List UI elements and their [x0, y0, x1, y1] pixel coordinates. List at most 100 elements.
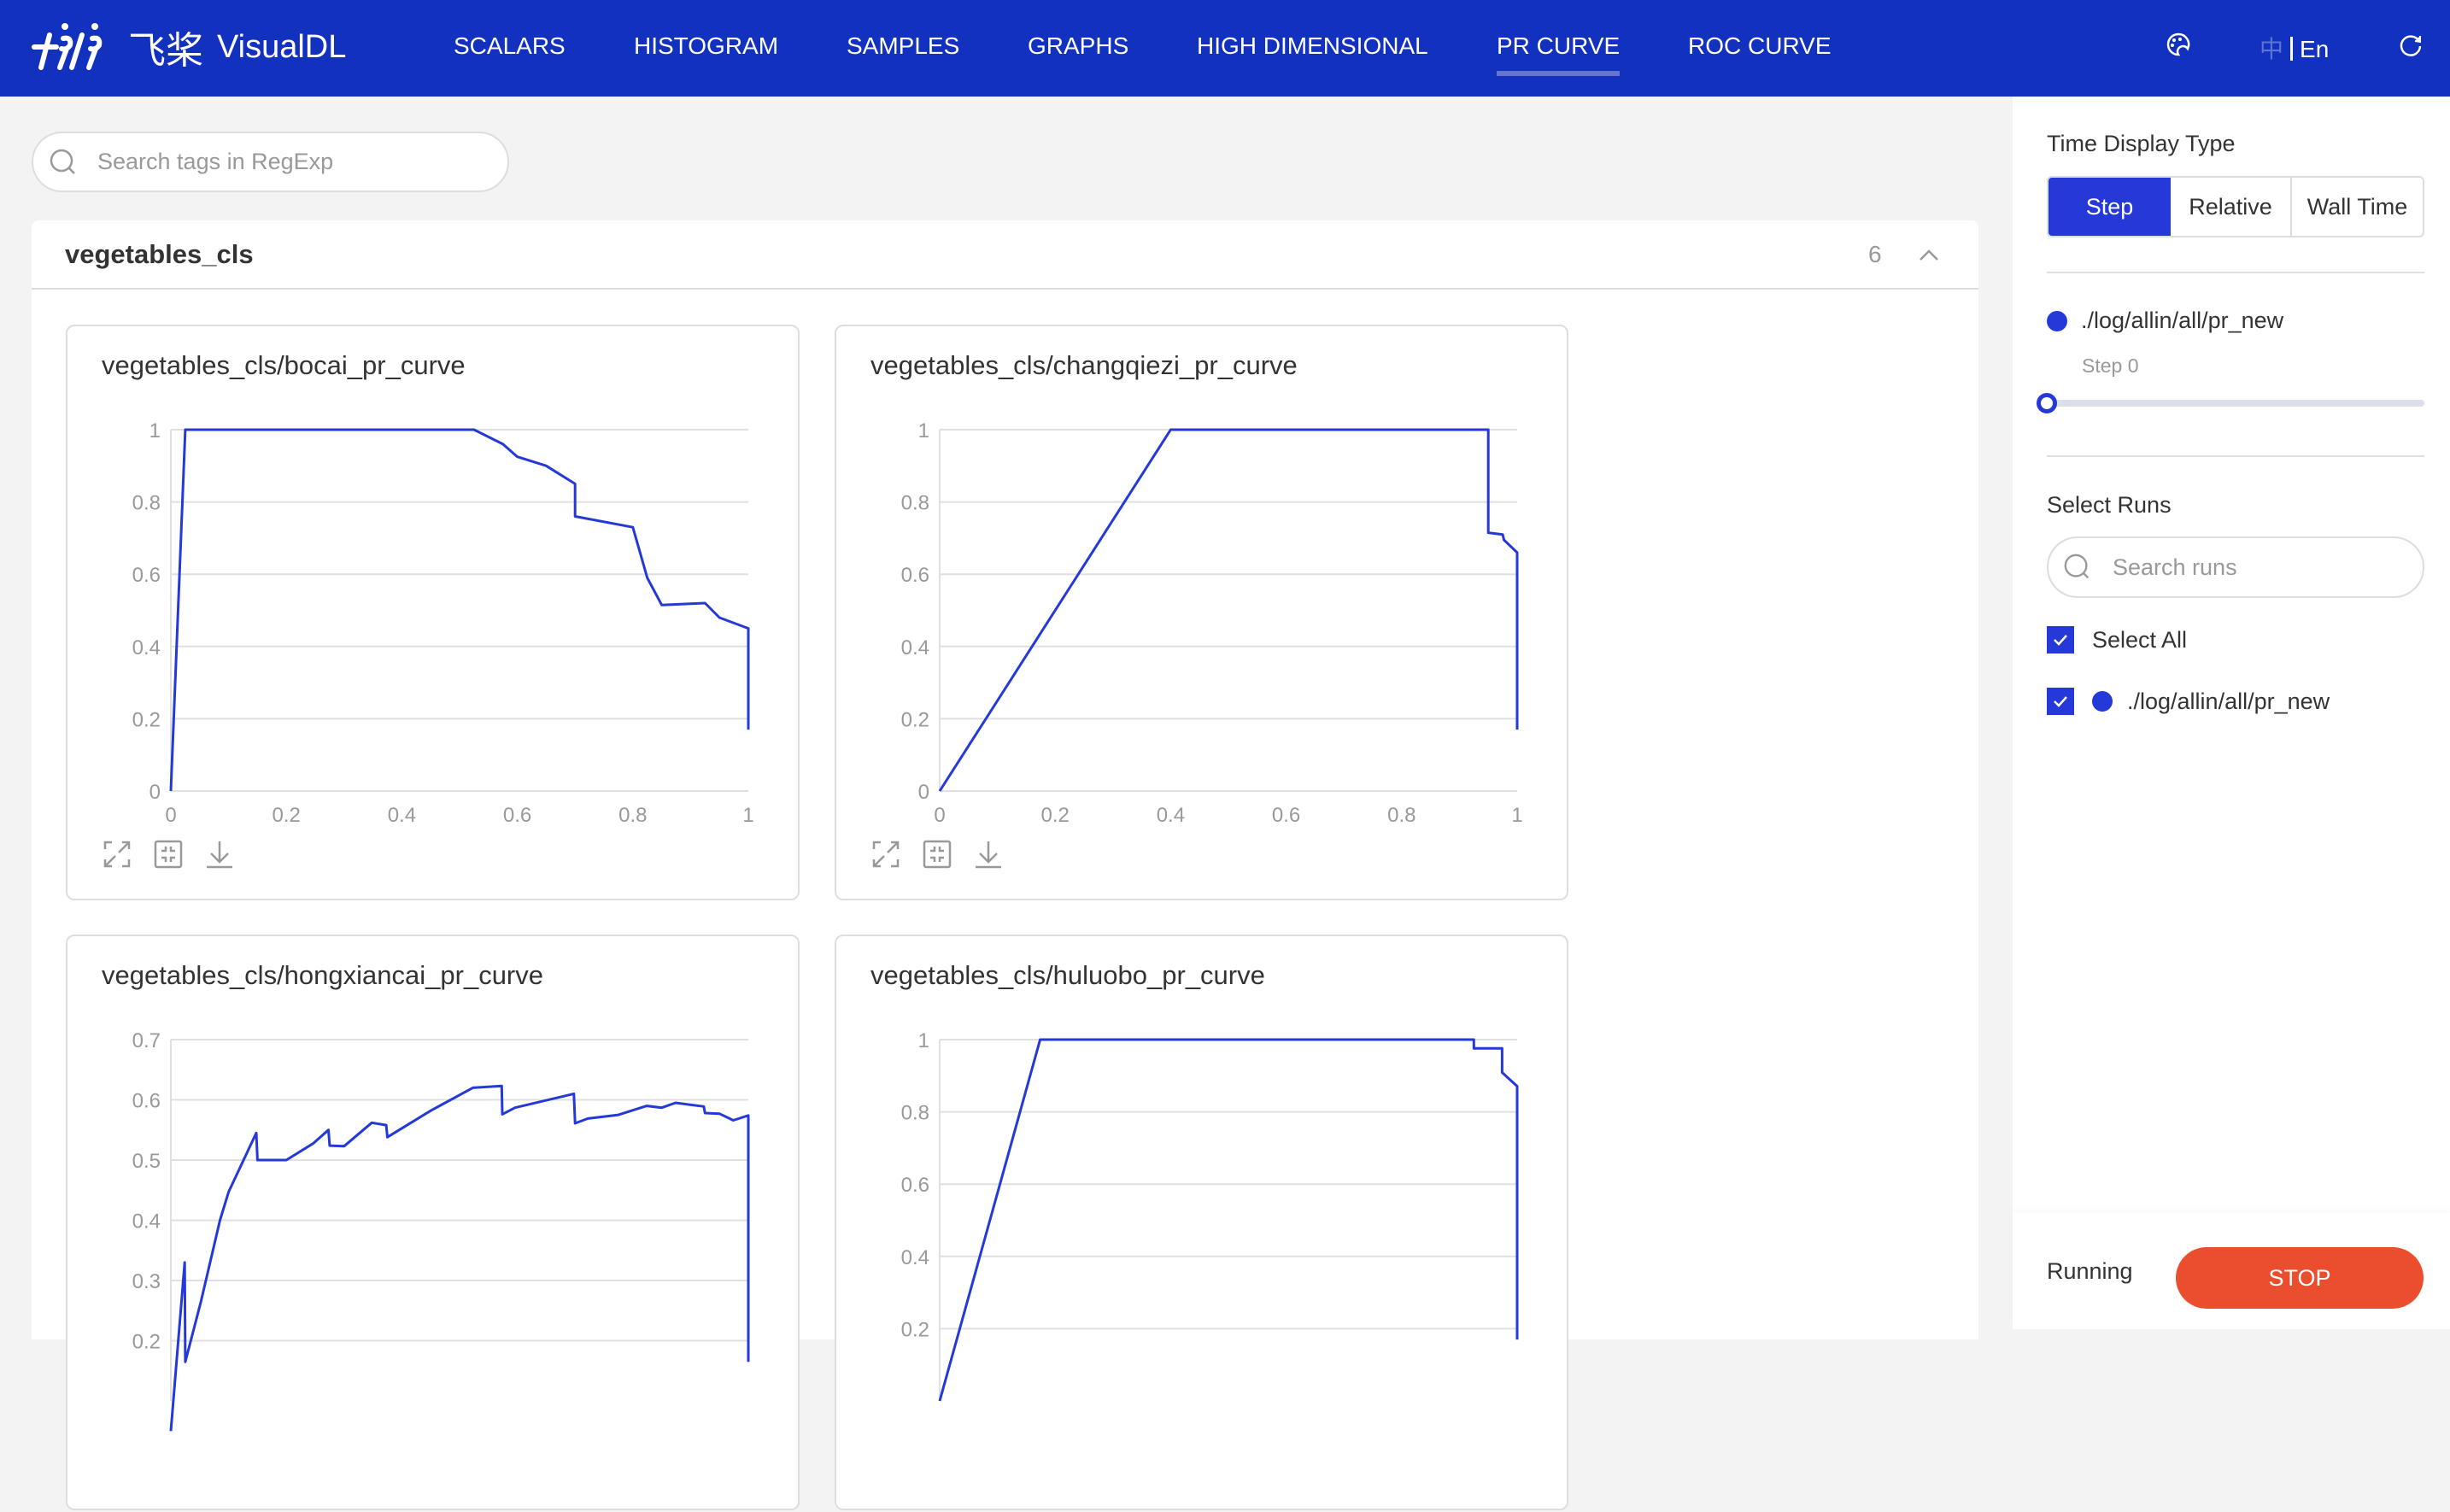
- restore-zoom-icon[interactable]: [153, 839, 184, 870]
- y-tick-label: 0.2: [132, 708, 161, 731]
- y-tick-label: 0: [918, 781, 929, 804]
- y-tick-label: 0.7: [132, 1029, 161, 1052]
- section-count: 6: [1868, 241, 1882, 267]
- y-tick-label: 0.4: [901, 1246, 929, 1269]
- logo[interactable]: 飞桨 VisualDL: [31, 19, 346, 75]
- download-icon[interactable]: [973, 839, 1004, 870]
- nav-samples[interactable]: SAMPLES: [847, 32, 959, 60]
- y-tick-label: 1: [149, 419, 161, 442]
- refresh-icon[interactable]: [2398, 32, 2424, 62]
- run-checkbox-row[interactable]: ./log/allin/all/pr_new: [2047, 688, 2330, 715]
- chart-card: vegetables_cls/bocai_pr_curve 0 0.2 0.4 0.6…: [66, 325, 800, 900]
- chart-toolbar: [102, 839, 235, 870]
- y-tick-label: 0.4: [132, 1210, 161, 1234]
- y-tick-label: 0.2: [901, 708, 929, 731]
- time-display-toggle: Step Relative Wall Time: [2047, 176, 2424, 237]
- lang-separator: [2290, 37, 2294, 61]
- y-tick-label: 0.8: [901, 1102, 929, 1125]
- nav-histogram[interactable]: HISTOGRAM: [634, 32, 778, 60]
- chart-card: vegetables_cls/changqiezi_pr_curve 0 0.2 0…: [835, 325, 1568, 900]
- chart-plot[interactable]: 0.2 0.4 0.6 0.8 1: [836, 936, 1570, 1512]
- chart-plot[interactable]: 0 0.2 0.4 0.6 0.8 1 0 0.2 0.4 0.6 0.8 1: [836, 326, 1570, 902]
- run-name: ./log/allin/all/pr_new: [2081, 308, 2284, 333]
- download-icon[interactable]: [204, 839, 235, 870]
- select-all-checkbox[interactable]: [2047, 626, 2074, 653]
- y-tick-label: 0.2: [901, 1318, 929, 1341]
- x-tick-label: 1: [1511, 804, 1522, 827]
- step-slider-handle[interactable]: [2037, 393, 2057, 413]
- chart-card: vegetables_cls/huluobo_pr_curve 0.2 0.4 0.…: [835, 935, 1568, 1510]
- divider: [2047, 455, 2424, 457]
- chart-card: vegetables_cls/hongxiancai_pr_curve 0.2 0…: [66, 935, 800, 1510]
- step-slider[interactable]: [2037, 393, 2424, 413]
- lang-chinese[interactable]: 中: [2260, 36, 2283, 62]
- time-option-relative[interactable]: Relative: [2171, 178, 2290, 236]
- run-step-item: ./log/allin/all/pr_new: [2047, 308, 2283, 334]
- series-line[interactable]: [938, 1038, 1519, 1402]
- check-icon: [2054, 696, 2067, 707]
- y-tick-label: 0.6: [132, 1090, 161, 1113]
- y-tick-label: 1: [918, 419, 929, 442]
- select-runs-label: Select Runs: [2047, 492, 2172, 518]
- nav-roc-curve[interactable]: ROC CURVE: [1688, 32, 1832, 60]
- y-tick-label: 0.6: [901, 564, 929, 587]
- restore-zoom-icon[interactable]: [922, 839, 952, 870]
- y-tick-label: 0.8: [901, 492, 929, 515]
- run-color-dot: [2047, 310, 2067, 331]
- right-sidebar: Time Display Type Step Relative Wall Tim…: [2013, 97, 2450, 1329]
- run-search-box[interactable]: [2047, 536, 2424, 598]
- y-tick-label: 0.6: [132, 564, 161, 587]
- chart-toolbar: [870, 839, 1004, 870]
- maximize-icon[interactable]: [870, 839, 901, 870]
- x-tick-label: 0.4: [1157, 804, 1185, 827]
- y-tick-label: 1: [918, 1029, 929, 1052]
- nav-graphs[interactable]: GRAPHS: [1028, 32, 1128, 60]
- y-tick-label: 0.3: [132, 1270, 161, 1293]
- language-switch[interactable]: 中 En: [2260, 31, 2329, 65]
- nav-high-dimensional[interactable]: HIGH DIMENSIONAL: [1197, 32, 1428, 60]
- x-tick-label: 0.6: [503, 804, 531, 827]
- chevron-up-icon[interactable]: [1917, 243, 1941, 267]
- series-line[interactable]: [169, 428, 750, 792]
- x-tick-label: 0: [165, 804, 176, 827]
- divider: [2047, 272, 2424, 273]
- y-tick-label: 0.4: [132, 636, 161, 659]
- nav-scalars[interactable]: SCALARS: [454, 32, 566, 60]
- x-tick-label: 0: [934, 804, 945, 827]
- select-all-label: Select All: [2092, 626, 2188, 653]
- x-tick-label: 0.6: [1272, 804, 1300, 827]
- run-checkbox[interactable]: [2047, 688, 2074, 715]
- x-tick-label: 0.2: [1041, 804, 1070, 827]
- palette-icon[interactable]: [2166, 32, 2191, 62]
- time-option-wall-time[interactable]: Wall Time: [2290, 178, 2423, 236]
- nav-pr-curve[interactable]: PR CURVE: [1497, 32, 1621, 76]
- x-tick-label: 1: [742, 804, 753, 827]
- check-icon: [2054, 635, 2067, 646]
- series-line[interactable]: [169, 1084, 750, 1432]
- time-option-step[interactable]: Step: [2049, 178, 2171, 236]
- tag-search-input[interactable]: [97, 149, 473, 175]
- y-tick-label: 0.2: [132, 1331, 161, 1354]
- chart-plot[interactable]: 0.2 0.3 0.4 0.5 0.6 0.7: [67, 936, 801, 1512]
- run-color-dot: [2092, 691, 2113, 712]
- x-tick-label: 0.8: [1387, 804, 1415, 827]
- status-text: Running: [2047, 1258, 2133, 1284]
- select-all-row[interactable]: Select All: [2047, 626, 2187, 653]
- series-line[interactable]: [938, 428, 1519, 792]
- paddle-logo-icon: [32, 23, 103, 70]
- app-name: VisualDL: [217, 28, 347, 65]
- section-header[interactable]: vegetables_cls 6: [32, 220, 1978, 290]
- y-tick-label: 0.6: [901, 1174, 929, 1197]
- top-nav-bar: 飞桨 VisualDL SCALARS HISTOGRAM SAMPLES GR…: [0, 0, 2450, 97]
- run-search-input[interactable]: [2113, 554, 2403, 581]
- logo-chinese-text: 飞桨: [128, 29, 203, 73]
- y-tick-label: 0: [149, 781, 161, 804]
- step-label: Step 0: [2082, 355, 2139, 377]
- lang-english[interactable]: En: [2300, 36, 2329, 62]
- y-tick-label: 0.5: [132, 1150, 161, 1173]
- chart-plot[interactable]: 0 0.2 0.4 0.6 0.8 1 0 0.2 0.4 0.6 0.8 1: [67, 326, 801, 902]
- time-display-label: Time Display Type: [2047, 131, 2236, 156]
- maximize-icon[interactable]: [102, 839, 132, 870]
- tag-search-box[interactable]: [32, 132, 509, 192]
- stop-button[interactable]: STOP: [2176, 1247, 2424, 1309]
